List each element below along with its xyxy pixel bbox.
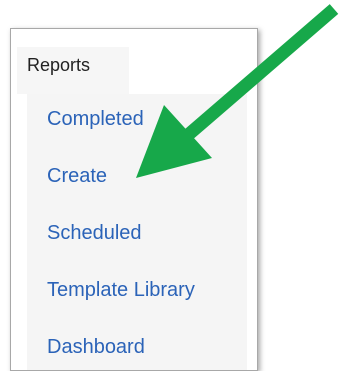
tab-reports[interactable]: Reports — [17, 47, 129, 94]
reports-menu-panel: Reports Completed Create Scheduled Templ… — [10, 28, 258, 371]
nav-item-template-library[interactable]: Template Library — [47, 279, 195, 302]
nav-item-create[interactable]: Create — [47, 165, 107, 188]
nav-item-completed[interactable]: Completed — [47, 108, 144, 131]
tab-strip: Reports — [11, 29, 257, 94]
nav-item-dashboard[interactable]: Dashboard — [47, 336, 145, 359]
nav-item-scheduled[interactable]: Scheduled — [47, 222, 142, 245]
reports-nav-list: Completed Create Scheduled Template Libr… — [27, 94, 247, 370]
